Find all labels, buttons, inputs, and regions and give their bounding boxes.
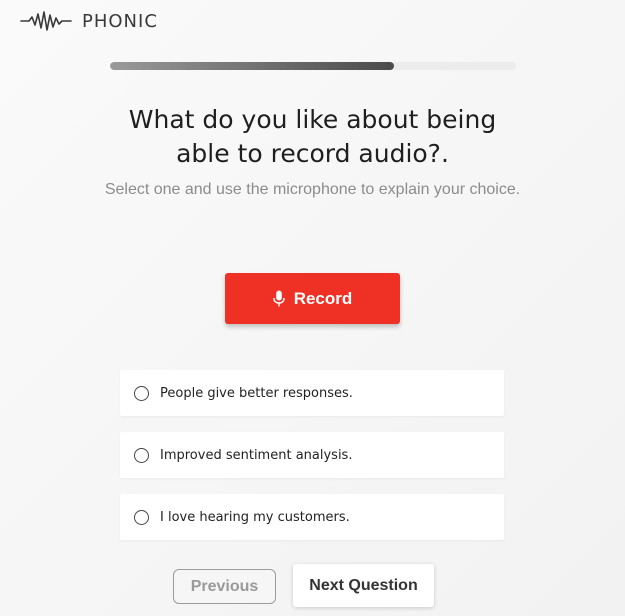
option-better-responses[interactable]: People give better responses. [120, 370, 504, 416]
sound-wave-icon [20, 11, 72, 31]
brand-logo: PHONIC [20, 9, 158, 33]
question-subtitle: Select one and use the microphone to exp… [104, 181, 521, 198]
previous-button[interactable]: Previous [173, 569, 276, 604]
radio-button[interactable] [134, 509, 149, 525]
option-hearing-customers[interactable]: I love hearing my customers. [120, 494, 504, 540]
record-button[interactable]: Record [225, 273, 400, 324]
question-title: What do you like about being able to rec… [128, 105, 497, 168]
option-label: I love hearing my customers. [160, 509, 350, 525]
next-question-button[interactable]: Next Question [293, 564, 434, 607]
microphone-icon [273, 290, 285, 307]
progress-bar [110, 62, 516, 70]
progress-fill [110, 62, 395, 70]
option-label: Improved sentiment analysis. [160, 447, 353, 463]
option-sentiment-analysis[interactable]: Improved sentiment analysis. [120, 432, 504, 478]
brand-name: PHONIC [82, 10, 158, 32]
radio-button[interactable] [134, 385, 149, 401]
radio-button[interactable] [134, 447, 149, 463]
option-label: People give better responses. [160, 385, 353, 401]
record-button-label: Record [293, 288, 353, 308]
